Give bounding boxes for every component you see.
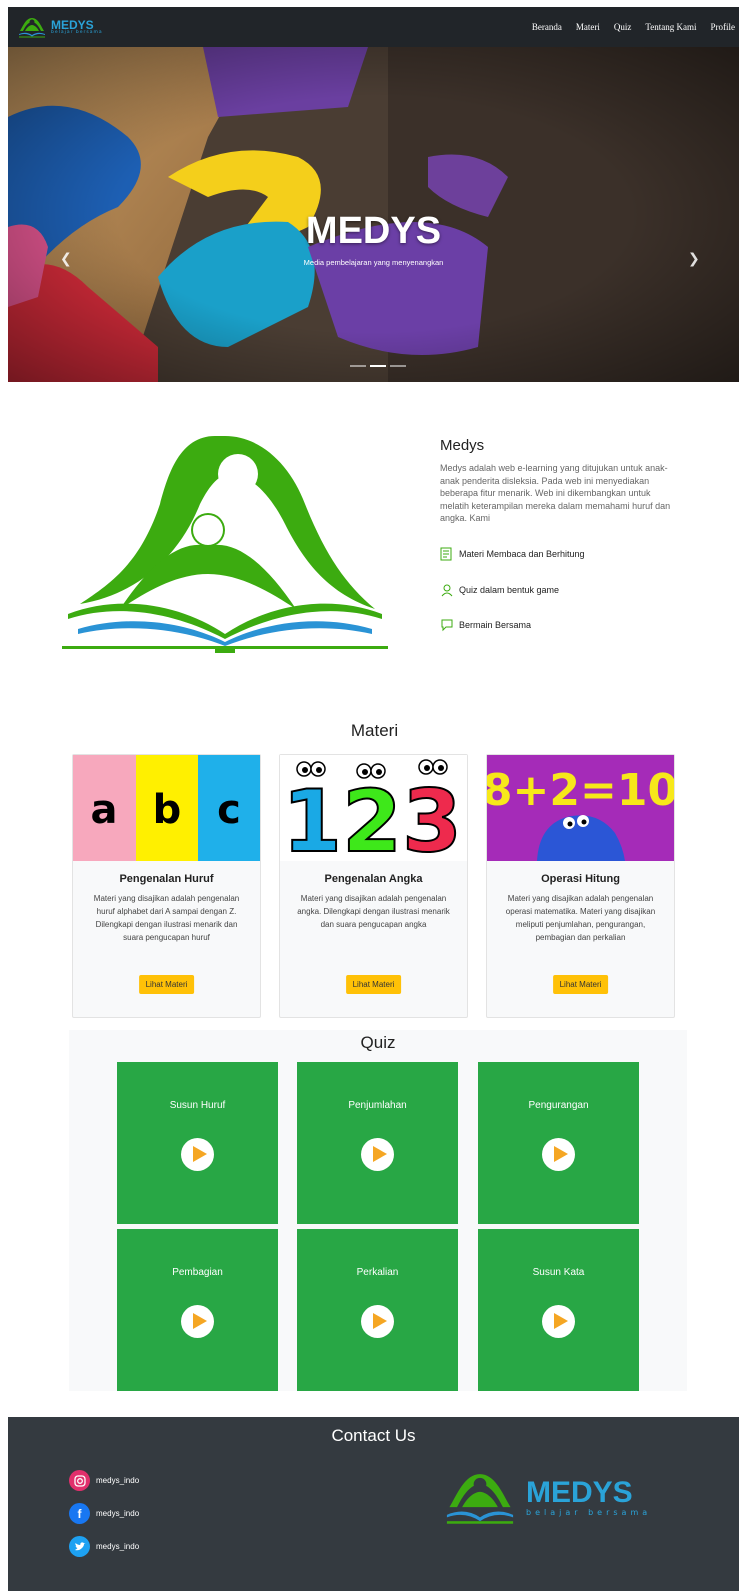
- quiz-section-title: Quiz: [360, 1033, 396, 1052]
- medys-large-logo: [62, 436, 388, 653]
- nav-link-tentang-kami[interactable]: Tentang Kami: [645, 22, 696, 32]
- feature-label: Materi Membaca dan Berhitung: [459, 549, 585, 559]
- card-image-abc: a b c: [73, 755, 260, 861]
- card-title: Operasi Hitung: [541, 873, 620, 885]
- carousel-indicator-3[interactable]: [390, 365, 406, 367]
- nav-link-beranda[interactable]: Beranda: [532, 22, 562, 32]
- svg-text:c: c: [217, 787, 241, 833]
- svg-text:3: 3: [402, 772, 462, 861]
- quiz-card-title: Susun Huruf: [169, 1100, 226, 1111]
- social-handle: medys_indo: [96, 1542, 140, 1551]
- feature-label: Bermain Bersama: [459, 620, 532, 630]
- brand-logo[interactable]: MEDYS belajar bersama: [17, 13, 103, 41]
- feature-item-bermain: Bermain Bersama: [440, 618, 531, 632]
- carousel-indicator-1[interactable]: [350, 365, 366, 367]
- social-instagram[interactable]: medys_indo: [69, 1470, 139, 1491]
- quiz-card-pembagian[interactable]: Pembagian: [117, 1229, 278, 1391]
- quiz-card-penjumlahan[interactable]: Penjumlahan: [297, 1062, 458, 1224]
- user-icon: [441, 584, 453, 597]
- quiz-card-title: Susun Kata: [532, 1267, 585, 1278]
- card-title: Pengenalan Huruf: [119, 873, 214, 885]
- svg-text:a: a: [91, 787, 118, 833]
- medys-logo-icon: [19, 18, 45, 38]
- twitter-icon: [69, 1536, 90, 1557]
- quiz-card-title: Pembagian: [172, 1267, 223, 1278]
- facebook-icon: f: [69, 1503, 90, 1524]
- svg-text:8+2=10: 8+2=10: [487, 765, 674, 816]
- card-image-123: 1 2 3: [280, 755, 467, 861]
- card-title: Pengenalan Angka: [324, 873, 423, 885]
- play-icon[interactable]: [181, 1305, 214, 1338]
- card-text: Materi yang disajikan adalah pengenalan …: [505, 894, 656, 942]
- quiz-section: Quiz Susun Huruf Penjumlahan Pengurangan…: [69, 1030, 687, 1391]
- nav-link-quiz[interactable]: Quiz: [614, 22, 632, 32]
- contact-title: Contact Us: [331, 1426, 416, 1445]
- social-facebook[interactable]: f medys_indo: [69, 1503, 139, 1524]
- carousel-indicators: [350, 365, 406, 367]
- footer-logo-tagline: belajar bersama: [526, 1507, 652, 1517]
- about-title: Medys: [440, 437, 485, 454]
- quiz-card-susun-huruf[interactable]: Susun Huruf: [117, 1062, 278, 1224]
- quiz-card-perkalian[interactable]: Perkalian: [297, 1229, 458, 1391]
- card-text: Materi yang disajikan adalah pengenalan …: [93, 894, 240, 942]
- social-handle: medys_indo: [96, 1476, 140, 1485]
- hero-title: MEDYS: [305, 210, 442, 252]
- feature-item-materi: Materi Membaca dan Berhitung: [440, 547, 585, 561]
- navbar: MEDYS belajar bersama Beranda Materi Qui…: [8, 7, 739, 47]
- quiz-card-title: Penjumlahan: [348, 1100, 407, 1111]
- quiz-card-pengurangan[interactable]: Pengurangan: [478, 1062, 639, 1224]
- materi-section-title: Materi: [350, 721, 399, 740]
- social-handle: medys_indo: [96, 1509, 140, 1518]
- quiz-card-title: Perkalian: [356, 1267, 399, 1278]
- lihat-materi-button[interactable]: Lihat Materi: [552, 975, 609, 994]
- nav-link-profile[interactable]: Profile: [711, 22, 736, 32]
- instagram-icon: [69, 1470, 90, 1491]
- quiz-card-title: Pengurangan: [528, 1100, 589, 1111]
- play-icon[interactable]: [542, 1305, 575, 1338]
- lihat-materi-button[interactable]: Lihat Materi: [345, 975, 402, 994]
- chat-icon: [441, 619, 453, 632]
- page: MEDYS belajar bersama Beranda Materi Qui…: [0, 0, 749, 1591]
- footer-logo-name: MEDYS: [526, 1475, 633, 1509]
- hero-subtitle: Media pembelajaran yang menyenangkan: [303, 258, 444, 267]
- feature-item-quiz: Quiz dalam bentuk game: [440, 583, 559, 597]
- svg-text:2: 2: [342, 772, 402, 861]
- lihat-materi-button[interactable]: Lihat Materi: [138, 975, 195, 994]
- card-text: Materi yang disajikan adalah pengenalan …: [297, 894, 450, 929]
- medys-logo-icon: [446, 1474, 514, 1524]
- nav-link-materi[interactable]: Materi: [576, 22, 600, 32]
- materi-card-huruf: a b c Pengenalan Huruf Materi yang disaj…: [72, 754, 261, 1018]
- play-icon[interactable]: [361, 1305, 394, 1338]
- svg-text:b: b: [153, 787, 182, 833]
- about-section: Medys Medys adalah web e-learning yang d…: [440, 437, 680, 525]
- footer: Contact Us medys_indo f medys_indo medys…: [8, 1417, 739, 1591]
- brand-tagline: belajar bersama: [51, 29, 103, 35]
- nav-links: Beranda Materi Quiz Tentang Kami Profile: [532, 22, 735, 32]
- play-icon[interactable]: [542, 1138, 575, 1171]
- feature-label: Quiz dalam bentuk game: [459, 585, 560, 595]
- materi-card-angka: 1 2 3 Pengenalan Angka Materi yang disaj…: [279, 754, 468, 1018]
- play-icon[interactable]: [181, 1138, 214, 1171]
- quiz-card-susun-kata[interactable]: Susun Kata: [478, 1229, 639, 1391]
- materi-card-operasi: 8+2=10 Operasi Hitung Materi yang disaji…: [486, 754, 675, 1018]
- social-twitter[interactable]: medys_indo: [69, 1536, 139, 1557]
- hero-carousel: ❮ ❯ MEDYS Media pembelajaran yang menyen…: [8, 47, 739, 382]
- footer-logo: MEDYS belajar bersama: [440, 1469, 651, 1525]
- play-icon[interactable]: [361, 1138, 394, 1171]
- carousel-indicator-2[interactable]: [370, 365, 386, 367]
- brand-name: MEDYS: [51, 17, 94, 32]
- card-image-math: 8+2=10: [487, 755, 674, 861]
- about-description: Medys adalah web e-learning yang ditujuk…: [440, 463, 671, 523]
- svg-text:1: 1: [282, 772, 342, 861]
- book-icon: [440, 547, 452, 561]
